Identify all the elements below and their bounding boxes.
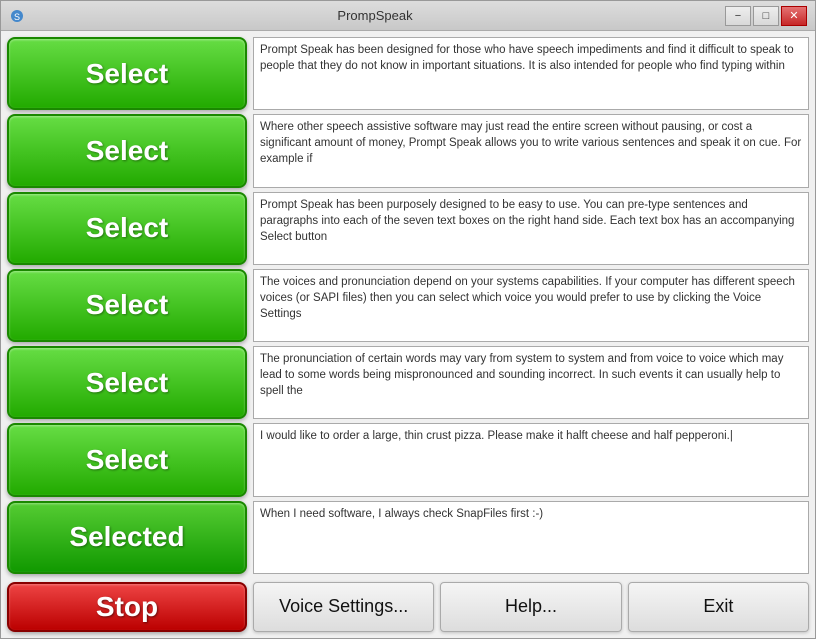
help-button[interactable]: Help... <box>440 582 621 632</box>
select-button-6[interactable]: Select <box>7 423 247 496</box>
window-controls: − □ ✕ <box>725 6 807 26</box>
main-window: S PrompSpeak − □ ✕ Select Prompt Speak h… <box>0 0 816 639</box>
text-area-6[interactable]: I would like to order a large, thin crus… <box>253 423 809 496</box>
select-button-1[interactable]: Select <box>7 37 247 110</box>
window-title: PrompSpeak <box>25 8 725 23</box>
maximize-button[interactable]: □ <box>753 6 779 26</box>
prompt-row-2: Select Where other speech assistive soft… <box>7 114 809 187</box>
prompt-row-7: Selected When I need software, I always … <box>7 501 809 574</box>
title-bar: S PrompSpeak − □ ✕ <box>1 1 815 31</box>
prompt-row-1: Select Prompt Speak has been designed fo… <box>7 37 809 110</box>
textarea-wrapper-4: The voices and pronunciation depend on y… <box>253 269 809 342</box>
minimize-button[interactable]: − <box>725 6 751 26</box>
close-button[interactable]: ✕ <box>781 6 807 26</box>
prompt-row-4: Select The voices and pronunciation depe… <box>7 269 809 342</box>
select-button-4[interactable]: Select <box>7 269 247 342</box>
exit-button[interactable]: Exit <box>628 582 809 632</box>
select-button-2[interactable]: Select <box>7 114 247 187</box>
prompt-row-5: Select The pronunciation of certain word… <box>7 346 809 419</box>
textarea-wrapper-1: Prompt Speak has been designed for those… <box>253 37 809 110</box>
action-buttons: Voice Settings... Help... Exit <box>253 582 809 632</box>
text-area-3[interactable]: Prompt Speak has been purposely designed… <box>253 192 809 265</box>
select-button-7[interactable]: Selected <box>7 501 247 574</box>
text-area-2[interactable]: Where other speech assistive software ma… <box>253 114 809 187</box>
voice-settings-button[interactable]: Voice Settings... <box>253 582 434 632</box>
main-content: Select Prompt Speak has been designed fo… <box>1 31 815 638</box>
bottom-bar: Stop Voice Settings... Help... Exit <box>7 578 809 632</box>
app-icon: S <box>9 8 25 24</box>
textarea-wrapper-5: The pronunciation of certain words may v… <box>253 346 809 419</box>
textarea-wrapper-7: When I need software, I always check Sna… <box>253 501 809 574</box>
select-button-3[interactable]: Select <box>7 192 247 265</box>
stop-button[interactable]: Stop <box>7 582 247 632</box>
select-button-5[interactable]: Select <box>7 346 247 419</box>
text-area-1[interactable]: Prompt Speak has been designed for those… <box>253 37 809 110</box>
text-area-7[interactable]: When I need software, I always check Sna… <box>253 501 809 574</box>
text-area-5[interactable]: The pronunciation of certain words may v… <box>253 346 809 419</box>
textarea-wrapper-3: Prompt Speak has been purposely designed… <box>253 192 809 265</box>
prompt-row-6: Select I would like to order a large, th… <box>7 423 809 496</box>
prompt-row-3: Select Prompt Speak has been purposely d… <box>7 192 809 265</box>
svg-text:S: S <box>14 12 20 22</box>
textarea-wrapper-2: Where other speech assistive software ma… <box>253 114 809 187</box>
textarea-wrapper-6: I would like to order a large, thin crus… <box>253 423 809 496</box>
text-area-4[interactable]: The voices and pronunciation depend on y… <box>253 269 809 342</box>
